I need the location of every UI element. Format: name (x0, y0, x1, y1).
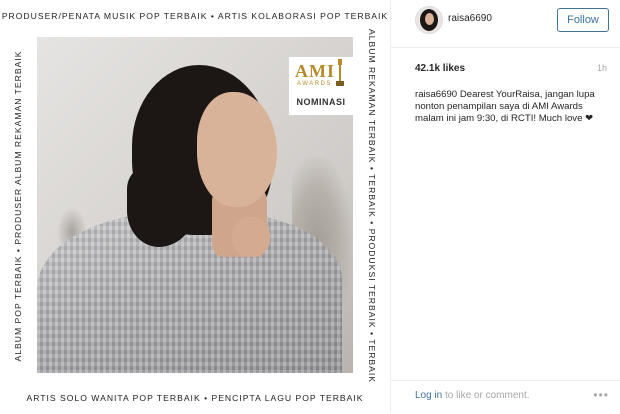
avatar-face (425, 13, 434, 25)
post-media[interactable]: PRODUSER/PENATA MUSIK POP TERBAIK • ARTI… (0, 0, 390, 413)
avatar[interactable] (415, 6, 443, 34)
trophy-icon (336, 59, 344, 86)
login-prompt-text: to like or comment. (442, 390, 530, 401)
ami-logo: AMI (295, 61, 335, 81)
post-footer: Log in to like or comment. ••• (391, 380, 620, 414)
border-text-left: ALBUM POP TERBAIK • PRODUSER ALBUM REKAM… (13, 50, 23, 362)
post-time[interactable]: 1h (597, 63, 607, 73)
post-header: raisa6690 Follow (391, 0, 620, 48)
more-options-icon[interactable]: ••• (593, 388, 609, 402)
ami-awards-badge: AMI AWARDS NOMINASI (289, 57, 353, 115)
username-link[interactable]: raisa6690 (448, 13, 492, 24)
follow-button[interactable]: Follow (557, 8, 609, 32)
face (197, 92, 277, 207)
nominasi-label: NOMINASI (296, 97, 346, 107)
login-link[interactable]: Log in (415, 390, 442, 401)
post-photo: AMI AWARDS NOMINASI (37, 37, 353, 373)
likes-count[interactable]: 42.1k likes (415, 63, 465, 74)
border-text-top: PRODUSER/PENATA MUSIK POP TERBAIK • ARTI… (1, 11, 389, 21)
caption: raisa6690 Dearest YourRaisa, jangan lupa… (415, 89, 610, 125)
caption-username[interactable]: raisa6690 (415, 89, 457, 100)
hand (232, 217, 270, 257)
login-prompt: Log in to like or comment. (415, 390, 530, 401)
border-text-right: ALBUM REKAMAN TERBAIK • TERBAIK • PRODUK… (367, 29, 377, 383)
ami-sub: AWARDS (297, 81, 332, 87)
silver-sweater (37, 212, 342, 373)
post-info-panel: raisa6690 Follow 42.1k likes 1h raisa669… (390, 0, 620, 413)
border-text-bottom: ARTIS SOLO WANITA POP TERBAIK • PENCIPTA… (26, 393, 364, 403)
